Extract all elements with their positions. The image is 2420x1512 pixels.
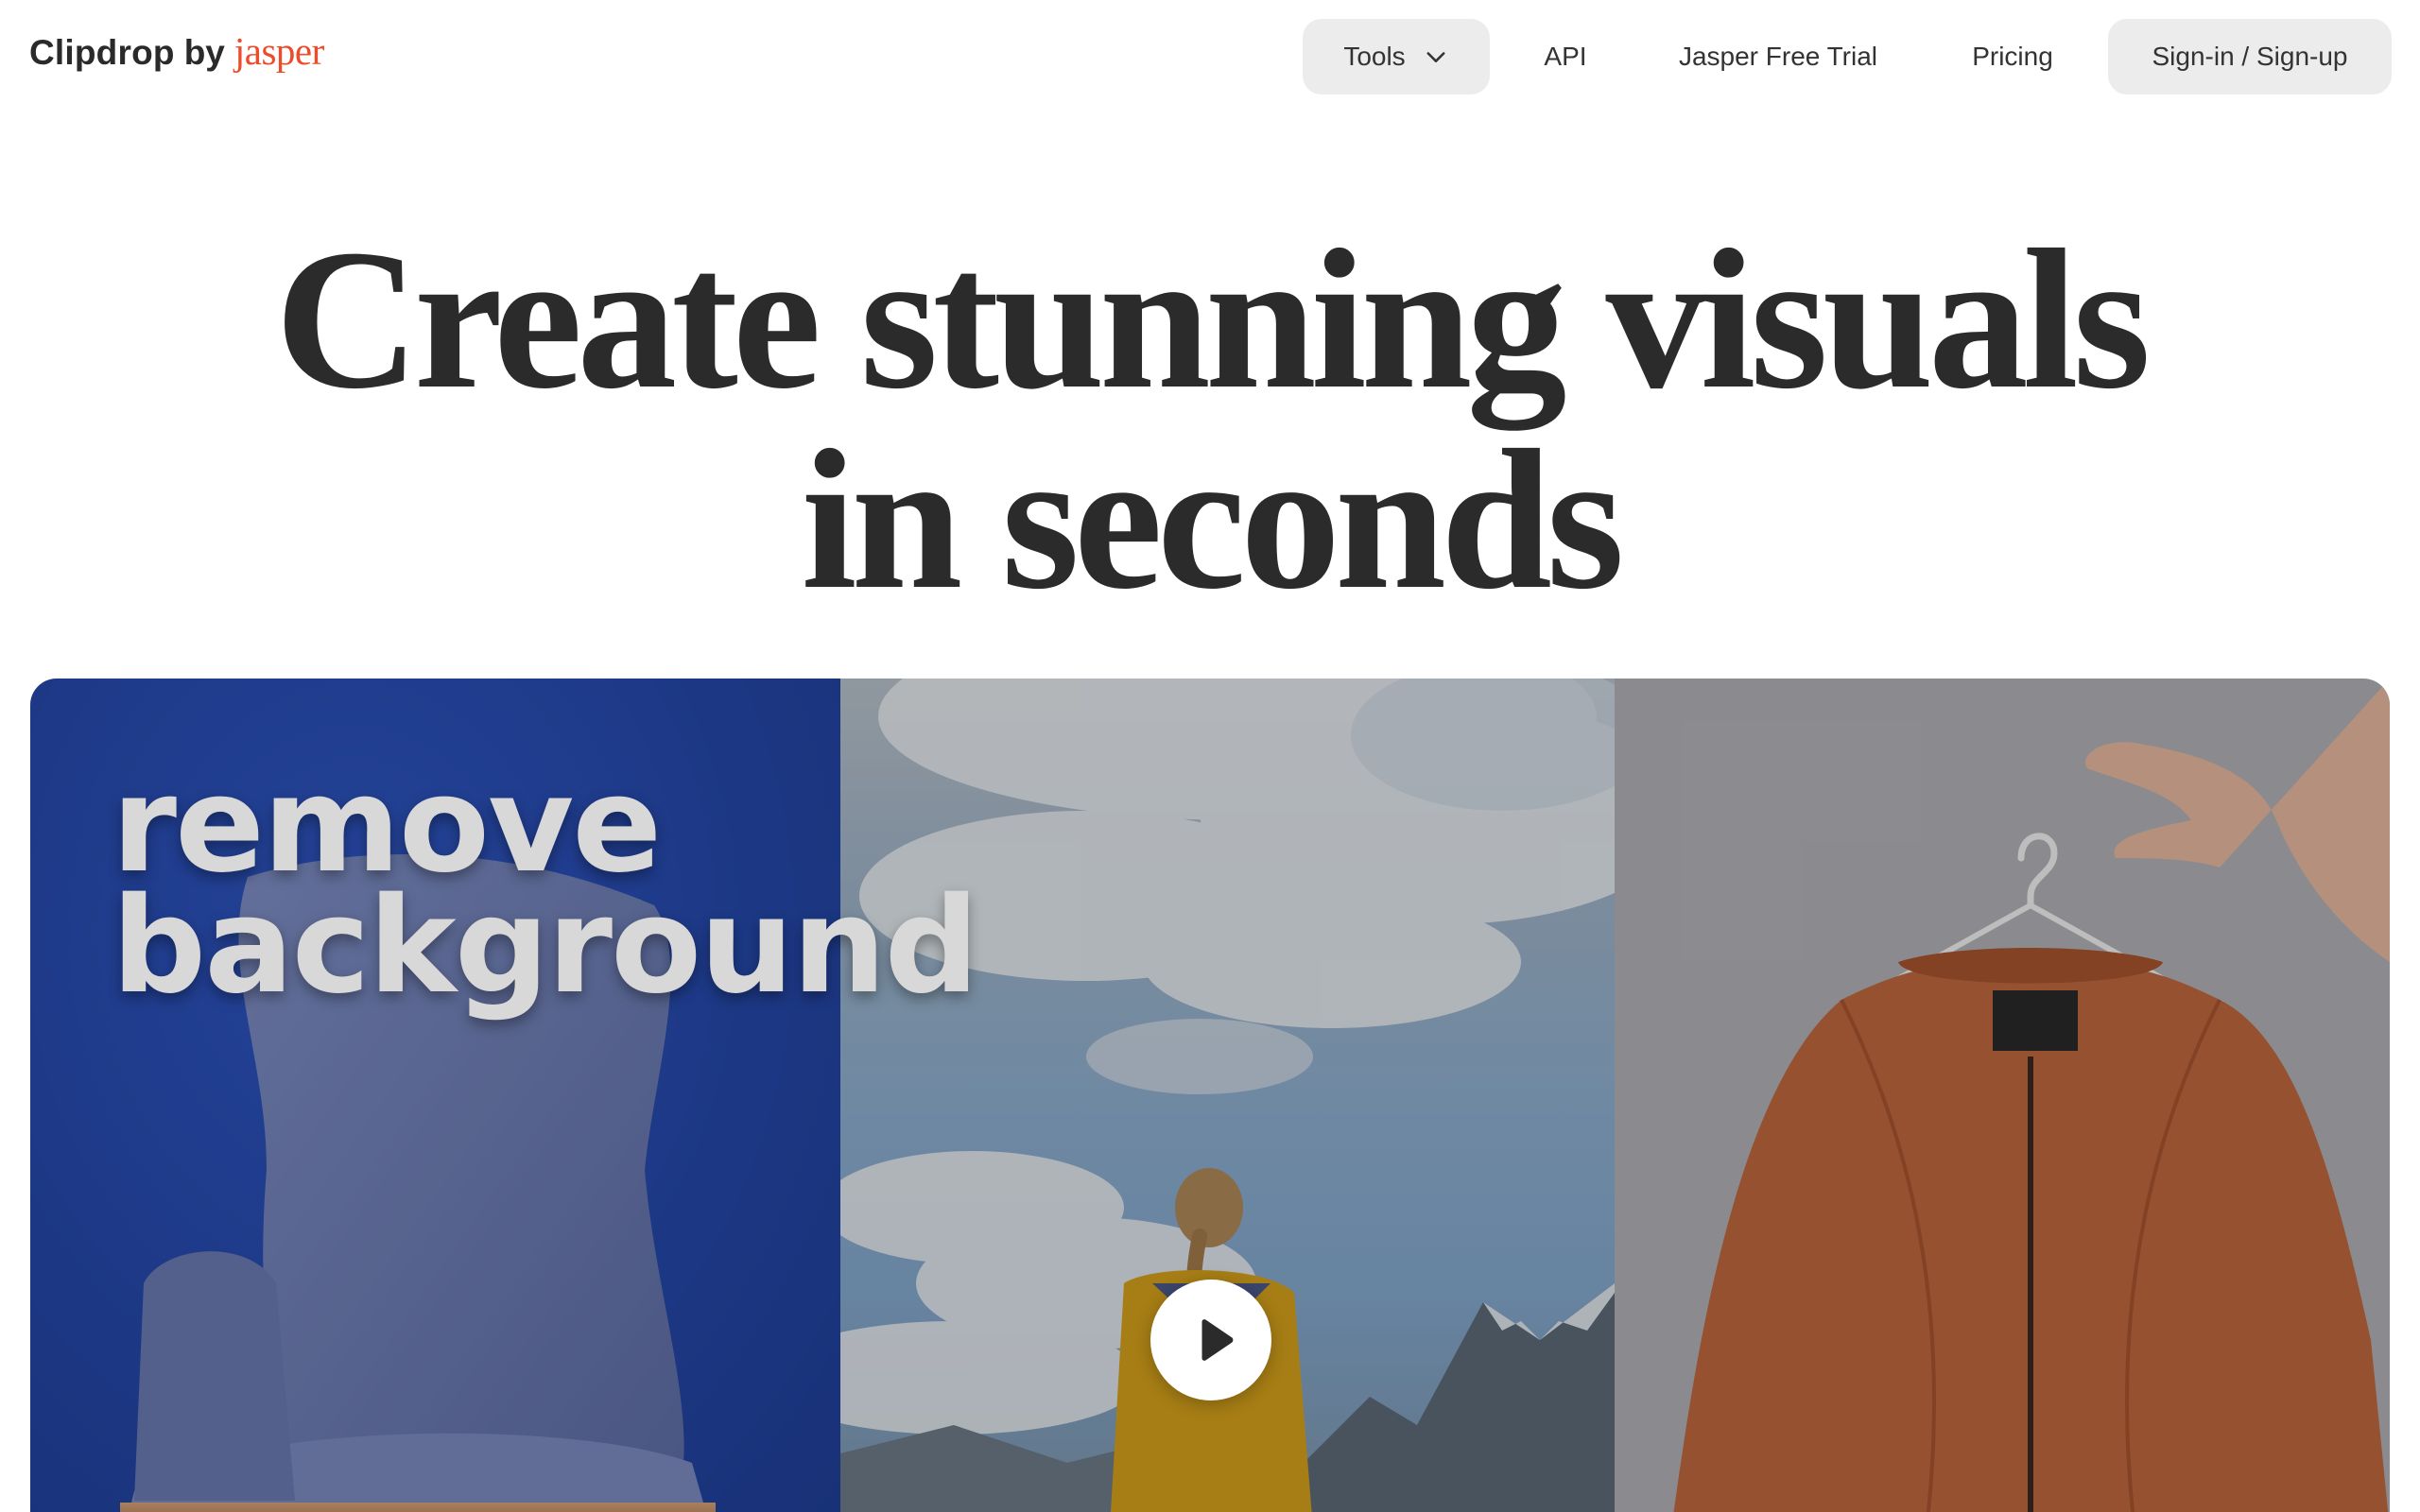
video-caption: remove background — [112, 748, 979, 1023]
jacket-illustration — [1673, 679, 2390, 1512]
logo-by-text: by — [183, 33, 225, 72]
sign-in-button[interactable]: Sign-in / Sign-up — [2108, 19, 2392, 94]
nav-link-api[interactable]: API — [1524, 19, 1607, 94]
panel-jacket — [1615, 679, 2390, 1512]
video-caption-line-1: remove — [112, 748, 662, 902]
logo-wordmark: Clipdrop — [29, 33, 175, 72]
hero-title: Create stunning visuals in seconds — [0, 219, 2420, 620]
showcase-video[interactable]: remove background — [30, 679, 2390, 1512]
clipdrop-logo[interactable]: Clipdrop by jasper — [29, 28, 324, 81]
play-icon — [1182, 1314, 1240, 1366]
chevron-down-icon — [1423, 43, 1449, 70]
nav-link-jasper-free-trial[interactable]: Jasper Free Trial — [1660, 19, 1896, 94]
site-header: Clipdrop by jasper Tools API Jasper Free… — [0, 0, 2420, 112]
nav-link-pricing[interactable]: Pricing — [1951, 19, 2074, 94]
hero-title-line-2: in seconds — [801, 408, 1625, 630]
tools-menu-button[interactable]: Tools — [1303, 19, 1490, 94]
hero-title-line-1: Create stunning visuals — [274, 208, 2151, 430]
play-video-button[interactable] — [1150, 1280, 1271, 1400]
tools-label: Tools — [1343, 42, 1406, 71]
video-caption-line-2: background — [112, 869, 979, 1023]
logo-jasper-brand: jasper — [233, 29, 324, 73]
